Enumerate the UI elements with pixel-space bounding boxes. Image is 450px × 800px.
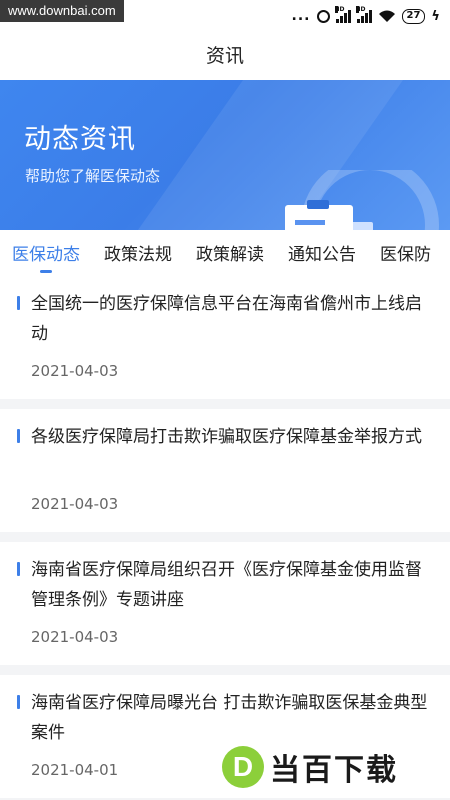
more-dots-icon: ... (291, 8, 311, 24)
tab-policies-regulations[interactable]: 政策法规 (92, 232, 184, 276)
status-icons: ... HD HD 27 ϟ (291, 5, 440, 26)
news-list: 全国统一的医疗保障信息平台在海南省儋州市上线启动 2021-04-03 各级医疗… (0, 276, 450, 800)
wifi-icon (378, 10, 395, 22)
document-tray-icon (285, 170, 439, 230)
accent-bar (17, 562, 20, 576)
news-date: 2021-04-01 (31, 761, 119, 779)
tab-medical-news[interactable]: 医保动态 (0, 232, 92, 276)
hd-label-2: HD (355, 5, 366, 13)
news-title: 海南省医疗保障局组织召开《医疗保障基金使用监督管理条例》专题讲座 (31, 560, 422, 610)
alarm-icon (316, 9, 330, 23)
news-title: 海南省医疗保障局曝光台 打击欺诈骗取医保基金典型案件 (31, 693, 428, 743)
brand-text: 当百下载 (270, 753, 398, 788)
accent-bar (17, 296, 20, 310)
page-title: 资讯 (205, 44, 244, 67)
tab-insurance-prevention[interactable]: 医保防 (368, 232, 443, 276)
banner-title: 动态资讯 (24, 124, 136, 155)
charging-icon: ϟ (431, 8, 440, 24)
news-date: 2021-04-03 (31, 495, 119, 513)
banner-subtitle: 帮助您了解医保动态 (25, 167, 161, 185)
news-title: 全国统一的医疗保障信息平台在海南省儋州市上线启动 (31, 294, 422, 344)
tab-notices[interactable]: 通知公告 (276, 232, 368, 276)
status-bar: www.downbai.com ... HD HD 27 ϟ (0, 0, 450, 30)
news-title: 各级医疗保障局打击欺诈骗取医疗保障基金举报方式 (31, 427, 422, 447)
hd-label: HD (334, 5, 345, 13)
tab-policy-interpretation[interactable]: 政策解读 (184, 232, 276, 276)
signal-icon-1: HD (334, 5, 351, 23)
accent-bar (17, 695, 20, 709)
signal-icon-2: HD (355, 5, 372, 23)
brand-logo-icon: D (222, 746, 264, 788)
page-header: 资讯 (0, 30, 450, 78)
battery-icon: 27 (401, 8, 426, 24)
brand-watermark: D 当百下载 (222, 744, 398, 790)
category-tabs: 医保动态 政策法规 政策解读 通知公告 医保防 (0, 232, 450, 276)
news-date: 2021-04-03 (31, 628, 119, 646)
news-item[interactable]: 各级医疗保障局打击欺诈骗取医疗保障基金举报方式 2021-04-03 (0, 409, 450, 542)
news-banner: 动态资讯 帮助您了解医保动态 (0, 80, 450, 230)
news-item[interactable]: 全国统一的医疗保障信息平台在海南省儋州市上线启动 2021-04-03 (0, 276, 450, 409)
site-watermark: www.downbai.com (0, 0, 124, 22)
news-item[interactable]: 海南省医疗保障局组织召开《医疗保障基金使用监督管理条例》专题讲座 2021-04… (0, 542, 450, 675)
accent-bar (17, 429, 20, 443)
news-date: 2021-04-03 (31, 362, 119, 380)
